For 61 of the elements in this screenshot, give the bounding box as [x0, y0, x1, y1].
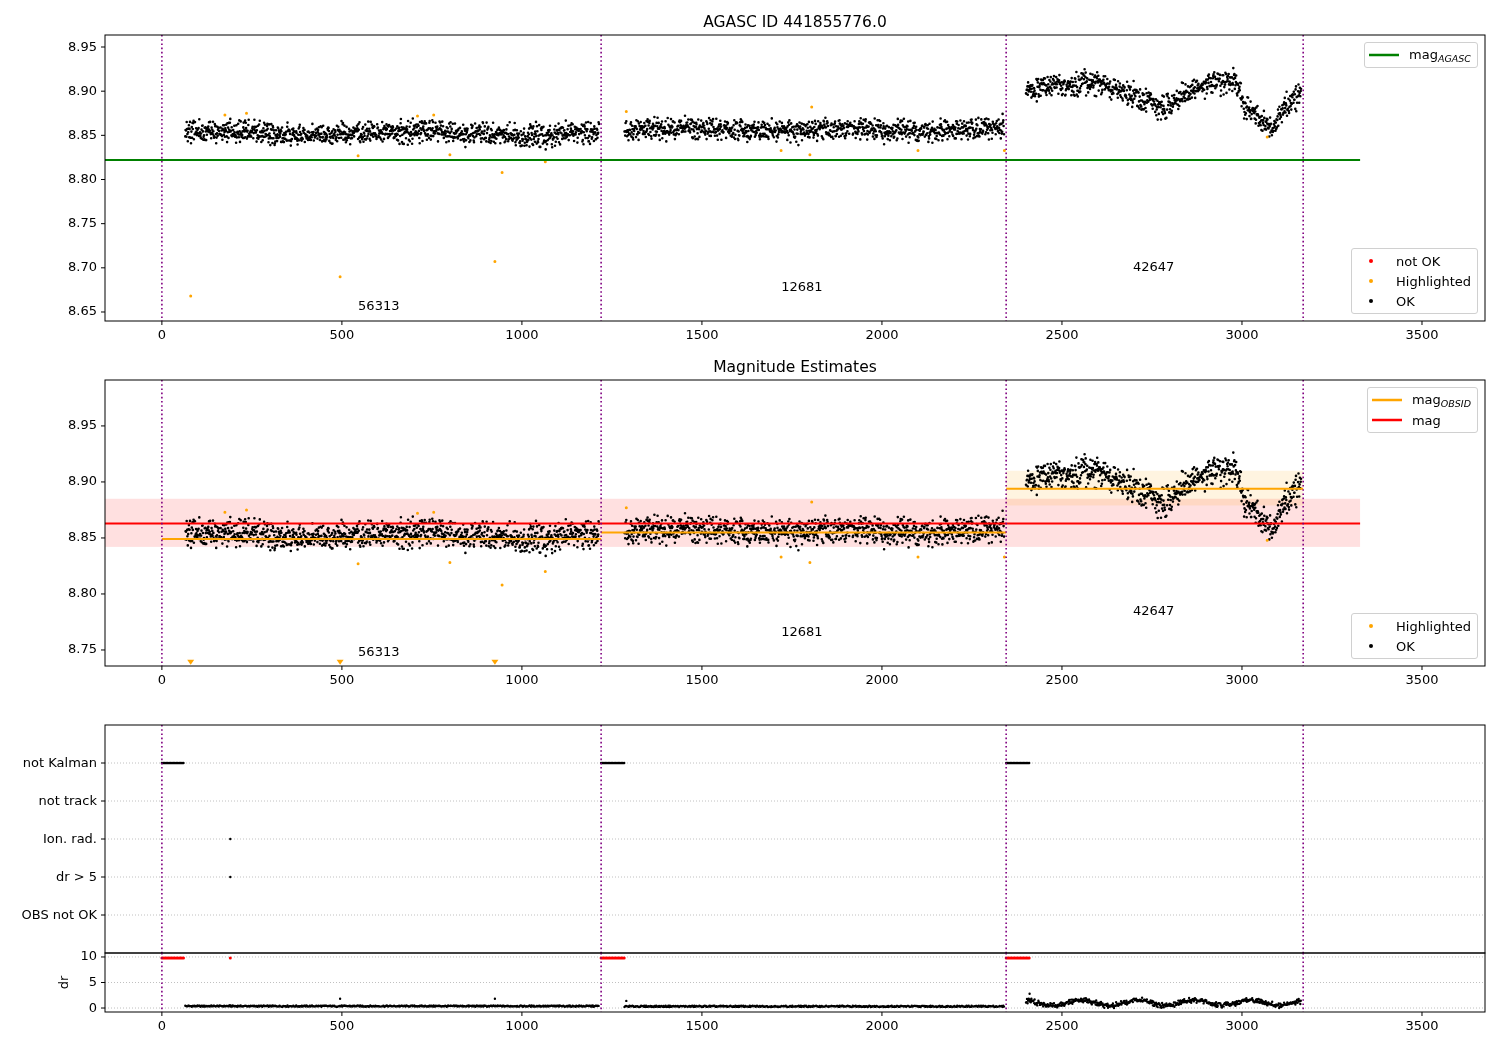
tick-label: 3000 [1225, 672, 1259, 687]
legend-label: mag [1411, 412, 1441, 428]
obsid-label: 12681 [781, 278, 823, 294]
obsid-label: 56313 [358, 298, 400, 314]
obsid-label: 56313 [358, 643, 400, 659]
tick-label: 1500 [685, 1018, 719, 1033]
tick-label: 8.90 [68, 82, 97, 98]
tick-label: 1000 [505, 1018, 539, 1033]
tick-label: 3500 [1405, 327, 1439, 342]
tick-label: 2500 [1045, 672, 1079, 687]
obsid-label: 42647 [1132, 258, 1175, 274]
legend-label: Highlighted [1396, 618, 1471, 634]
tick-label: 500 [329, 327, 355, 342]
tick-label: 8.80 [68, 585, 97, 601]
tick-label: not Kalman [22, 754, 97, 770]
tick-label: 8.65 [68, 303, 97, 319]
axis-label: dr [56, 975, 71, 990]
obsid-label: 42647 [1132, 603, 1175, 619]
tick-label: 3000 [1225, 1018, 1259, 1033]
tick-label: 8.85 [68, 126, 97, 142]
tick-label: 2500 [1045, 1018, 1079, 1033]
tick-label: 0 [157, 1018, 167, 1033]
tick-label: 1500 [685, 672, 719, 687]
tick-label: 2000 [865, 672, 899, 687]
tick-label: 500 [329, 1018, 355, 1033]
tick-label: 0 [88, 999, 97, 1015]
tick-label: 8.75 [68, 641, 97, 657]
tick-label: Ion. rad. [43, 830, 97, 846]
obsid-label: 12681 [781, 623, 823, 639]
tick-label: 0 [157, 327, 167, 342]
legend-label: mag$_{OBSID}$ [1411, 391, 1471, 409]
tick-label: dr > 5 [55, 868, 97, 884]
tick-label: 0 [157, 672, 167, 687]
tick-label: 8.70 [68, 259, 97, 275]
tick-label: 3000 [1225, 327, 1259, 342]
tick-label: 2000 [865, 1018, 899, 1033]
legend-label: mag$_{AGASC}$ [1409, 46, 1471, 64]
tick-label: 1000 [505, 672, 539, 687]
tick-label: 8.75 [68, 215, 97, 231]
tick-label: OBS not OK [21, 906, 97, 922]
tick-label: 1500 [685, 327, 719, 342]
legend-label: OK [1396, 638, 1415, 654]
tick-label: 10 [80, 948, 97, 964]
tick-label: 1000 [505, 327, 539, 342]
tick-label: 3500 [1405, 1018, 1439, 1033]
legend-label: OK [1396, 293, 1415, 309]
legend-label: Highlighted [1396, 273, 1471, 289]
tick-label: 8.85 [68, 529, 97, 545]
tick-label: 5 [88, 974, 97, 989]
chart-title: Magnitude Estimates [713, 358, 877, 376]
tick-label: 3500 [1405, 672, 1439, 687]
tick-label: 8.90 [68, 473, 97, 489]
tick-label: 8.95 [68, 38, 97, 54]
tick-label: 8.95 [68, 417, 97, 433]
chart-title: AGASC ID 441855776.0 [703, 13, 887, 31]
tick-label: 8.80 [68, 171, 97, 186]
tick-label: 2000 [865, 327, 899, 342]
tick-label: 500 [329, 672, 355, 687]
tick-label: 2500 [1045, 327, 1079, 342]
tick-label: not track [38, 792, 97, 808]
legend-label: not OK [1396, 253, 1441, 269]
